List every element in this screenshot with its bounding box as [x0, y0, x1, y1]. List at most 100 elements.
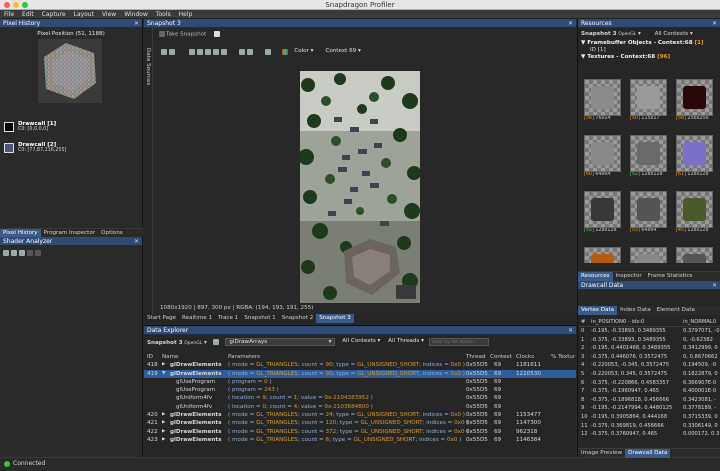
close-icon[interactable]: ✕ [134, 20, 139, 27]
tab-resources[interactable]: Resources [578, 272, 613, 281]
table-row[interactable]: 6 -0.375, -0.220866, 0.4583357 6.366907E-0 [578, 379, 720, 388]
menu-capture[interactable]: Capture [38, 10, 70, 19]
texture-thumbnail[interactable]: [61] 128x128 [676, 135, 713, 177]
open-folder-icon[interactable] [3, 249, 9, 256]
tab-realtime-1[interactable]: Realtime 1 [179, 314, 215, 323]
texture-thumbnail[interactable] [584, 247, 621, 263]
tab-trace-1[interactable]: Trace 1 [215, 314, 241, 323]
table-row[interactable]: 1 -0.375, -0.33893, 0.3489355 0, -0.62382 [578, 336, 720, 345]
table-row[interactable]: 2 -0.195, 0.4401468, 0.3489355 0.3412999, … [578, 344, 720, 353]
table-row[interactable]: glUseProgram ( program = 0 ) 0x55D5 69 [144, 378, 576, 386]
drawcall-2[interactable]: Drawcall [2] C0: [77,87,116,255] [18, 142, 66, 153]
tab-snapshot-1[interactable]: Snapshot 1 [241, 314, 279, 323]
column-thread[interactable]: Thread [466, 353, 486, 361]
rotate-icon[interactable] [264, 49, 271, 55]
tab-snapshot-3[interactable]: Snapshot 3 [316, 314, 354, 323]
color-select[interactable]: Color ▾ [291, 48, 316, 56]
api-search-select[interactable]: glDrawArrays ▾ [225, 338, 336, 346]
table-row[interactable]: 10 -0.195, 0.3905864, 0.444168 0.3715339, … [578, 413, 720, 422]
texture-thumbnail[interactable]: [53] 64x64 [630, 191, 667, 233]
resources-snapshot-select[interactable]: Snapshot 3 OpenGL ▾ [581, 31, 641, 37]
column-normal[interactable]: in_NORMAL0 [683, 318, 716, 327]
tab-start-page[interactable]: Start Page [144, 314, 179, 323]
zoom-fit-icon[interactable] [204, 49, 211, 55]
texture-thumbnail[interactable]: [55] 128x128 [584, 191, 621, 233]
texture-thumbnail[interactable]: [50] 115x17 [630, 79, 667, 121]
zoom-out-icon[interactable] [196, 49, 203, 55]
menu-layout[interactable]: Layout [70, 10, 98, 19]
save-image-icon[interactable] [238, 49, 245, 55]
table-row[interactable]: 4 -0.220053, -0.345, 0.3572475 0.194509, -… [578, 361, 720, 370]
tab-snapshot-2[interactable]: Snapshot 2 [279, 314, 317, 323]
column-id[interactable]: ID [147, 353, 153, 361]
table-row[interactable]: glUniform4fv ( location = 9; count = 1; v… [144, 394, 576, 402]
table-row[interactable]: glUseProgram ( program = 243 ) 0x55D5 69 [144, 386, 576, 394]
zoom-in-icon[interactable] [188, 49, 195, 55]
pointer-icon[interactable] [169, 49, 175, 55]
expand-toggle-icon[interactable]: ▶ [162, 419, 165, 427]
expand-toggle-icon[interactable]: ▼ [162, 370, 165, 378]
table-row[interactable]: 12 -0.375, 0.3760947, 0.465 0.000172, 0.3 [578, 430, 720, 439]
texture-thumbnail[interactable]: [45] 128x128 [676, 191, 713, 233]
tab-index-data[interactable]: Index Data [617, 306, 654, 315]
fbo-item[interactable]: ID [1] [578, 46, 720, 54]
column-clocks[interactable]: Clocks [516, 353, 534, 361]
take-snapshot-button[interactable]: Take Snapshot [166, 32, 206, 38]
tab-frame-statistics[interactable]: Frame Statistics [645, 272, 696, 281]
close-icon[interactable]: ✕ [712, 282, 717, 289]
table-row[interactable]: 9 -0.195, -0.2147994, 0.4480125 0.3778189,… [578, 404, 720, 413]
table-row[interactable]: 418 ▶ glDrawElements ( mode = GL_TRIANGLES;… [144, 361, 576, 369]
texture-thumbnail[interactable] [630, 247, 667, 263]
close-icon[interactable]: ✕ [712, 20, 717, 27]
threads-select[interactable]: All Threads ▾ [385, 338, 427, 346]
snapshot-select[interactable]: Snapshot 3 OpenGL ▾ [147, 340, 207, 346]
table-row[interactable]: 421 ▶ glDrawElements ( mode = GL_TRIANGLES;… [144, 419, 576, 427]
grid-icon[interactable] [246, 49, 253, 55]
drawcall-1[interactable]: Drawcall [1] C0: [0,0,0,0] [18, 121, 56, 132]
table-row[interactable]: 7 -0.375, -0.1960947, 0.465 6.400001E-0 [578, 387, 720, 396]
context-select[interactable]: Context 69 ▾ [322, 48, 363, 56]
expand-toggle-icon[interactable]: ▶ [162, 361, 165, 369]
tab-element-data[interactable]: Element Data [654, 306, 698, 315]
close-icon[interactable]: ✕ [568, 327, 573, 334]
texture-thumbnail[interactable]: [60] 64x64 [584, 135, 621, 177]
table-row[interactable]: 5 -0.220053, 0.345, 0.3572475 0.1822879, 0 [578, 370, 720, 379]
menu-tools[interactable]: Tools [152, 10, 175, 19]
undo-icon[interactable] [27, 249, 33, 256]
table-row[interactable]: 8 -0.375, -0.1896818, 0.456666 0.3423081, … [578, 396, 720, 405]
close-icon[interactable]: ✕ [134, 238, 139, 245]
column-context[interactable]: Context [490, 353, 512, 361]
tab-vertex-data[interactable]: Vertex Data [578, 306, 618, 315]
column-name[interactable]: Name [162, 353, 179, 361]
arrow-icon[interactable] [161, 49, 167, 55]
resources-contexts-select[interactable]: All Contexts ▾ [655, 31, 693, 37]
menu-view[interactable]: View [98, 10, 120, 19]
texture-thumbnail[interactable]: [56] 76x14 [584, 79, 621, 121]
textures-tree-node[interactable]: ▼ Textures - Context:68 [96] [578, 54, 720, 60]
table-row[interactable]: 420 ▶ glDrawElements ( mode = GL_TRIANGLES;… [144, 411, 576, 419]
add-icon[interactable] [214, 31, 221, 37]
table-row[interactable]: 419 ▼ glDrawElements ( mode = GL_TRIANGLES;… [144, 369, 576, 378]
table-row[interactable]: 0 -0.195, -0.33893, 0.3489355 0.3797071, -… [578, 327, 720, 336]
data-sources-sidebar[interactable]: Data Sources [144, 28, 153, 314]
fbo-tree-node[interactable]: ▼ Framebuffer Objects - Context:68 [1] [578, 40, 720, 46]
column-position[interactable]: in_POSITION0 - idx:0 [591, 318, 644, 327]
tab-inspector[interactable]: Inspector [613, 272, 645, 281]
api-filter-input[interactable] [428, 338, 489, 346]
snapshot-frame-preview[interactable] [300, 71, 420, 303]
tab-drawcall-data[interactable]: Drawcall Data [625, 449, 671, 458]
texture-thumbnail[interactable]: [52] 128x128 [630, 135, 667, 177]
menu-file[interactable]: File [0, 10, 18, 19]
zoom-actual-icon[interactable] [212, 49, 219, 55]
texture-thumbnail[interactable]: [58] 256x256 [676, 79, 713, 121]
fullscreen-icon[interactable] [220, 49, 227, 55]
table-row[interactable]: 423 ▶ glDrawElements ( mode = GL_TRIANGLES;… [144, 436, 576, 444]
tab-image-preview[interactable]: Image Preview [578, 449, 625, 458]
menu-window[interactable]: Window [120, 10, 152, 19]
column-texture[interactable]: % Textur [551, 353, 575, 361]
table-row[interactable]: glUniform4fv ( location = 0; count = 4; v… [144, 403, 576, 411]
column-parameters[interactable]: Parameters [228, 353, 260, 361]
expand-toggle-icon[interactable]: ▶ [162, 436, 165, 444]
table-row[interactable]: 422 ▶ glDrawElements ( mode = GL_TRIANGLES;… [144, 428, 576, 436]
contexts-select[interactable]: All Contexts ▾ [339, 338, 383, 346]
